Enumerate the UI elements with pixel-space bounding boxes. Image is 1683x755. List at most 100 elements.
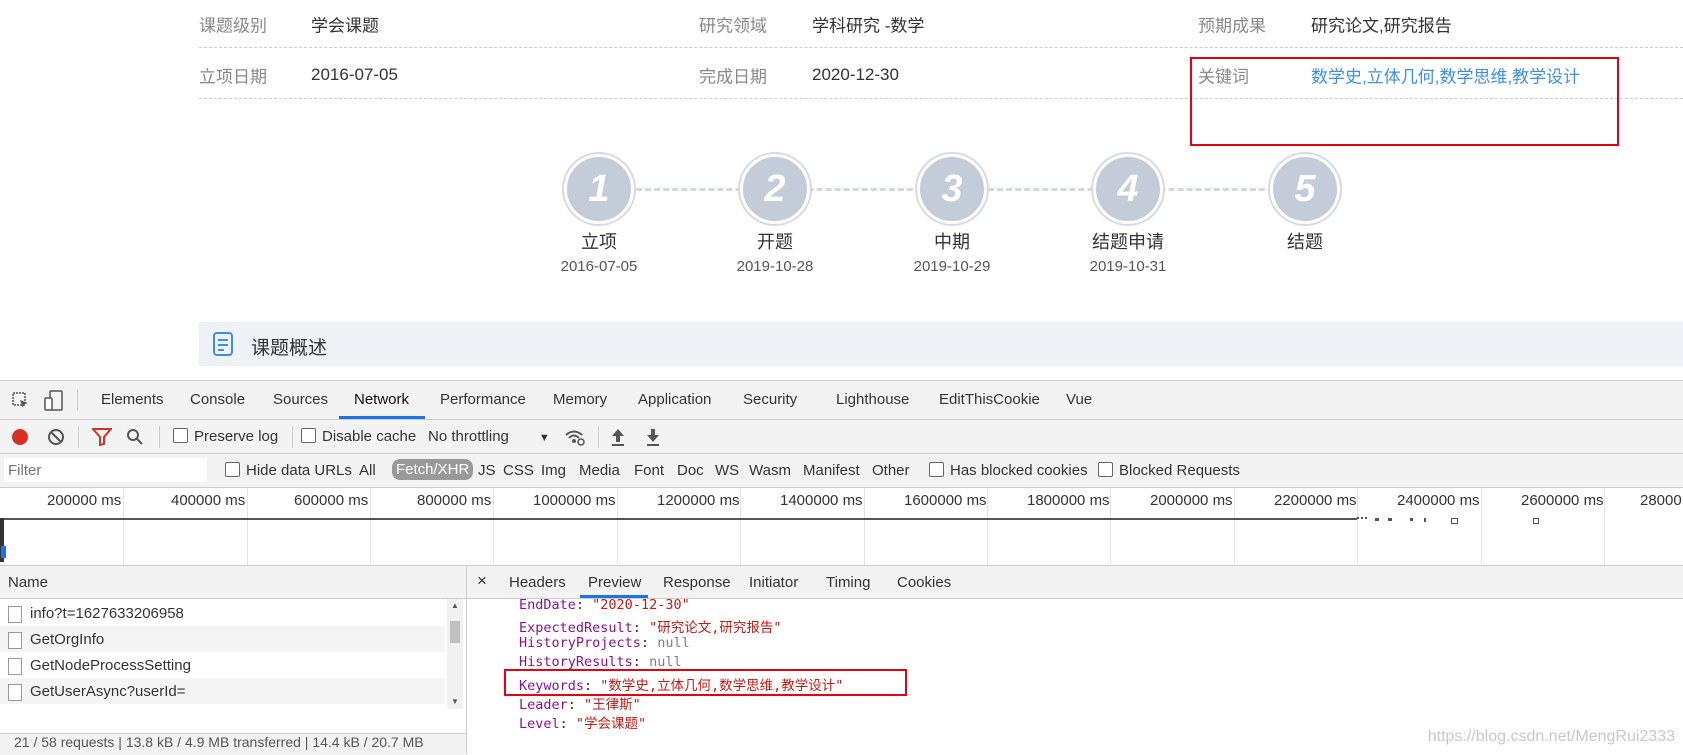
expected-result-value: 研究论文,研究报告 [1311, 16, 1452, 35]
timeline-step-4: 4 结题申请 2019-10-31 [1068, 154, 1188, 275]
network-overview-timeline[interactable]: 200000 ms 400000 ms 600000 ms 800000 ms … [0, 488, 1683, 566]
scrollbar-thumb[interactable] [450, 621, 460, 643]
tab-console[interactable]: Console [190, 391, 245, 408]
field-label: 研究领域 [699, 16, 767, 35]
preview-property[interactable]: Leader: "王律斯" [519, 693, 641, 713]
grid-line [493, 488, 494, 565]
inspect-element-icon[interactable] [11, 391, 31, 411]
step-number-badge: 4 [1093, 154, 1163, 224]
record-icon[interactable] [11, 428, 29, 446]
request-bar [1533, 518, 1539, 524]
file-icon [8, 632, 22, 649]
request-row[interactable]: GetOrgInfo [0, 626, 445, 652]
preview-property[interactable]: ExpectedResult: "研究论文,研究报告" [519, 616, 781, 636]
start-date-label: 立项日期 [199, 67, 267, 86]
filter-manifest[interactable]: Manifest [803, 462, 860, 479]
end-date-value: 2020-12-30 [812, 64, 899, 84]
filter-img[interactable]: Img [541, 462, 566, 479]
request-bar [1424, 518, 1426, 522]
checkbox-box [929, 462, 944, 477]
name-column-header[interactable]: Name [0, 566, 466, 599]
filter-css[interactable]: CSS [503, 462, 534, 479]
timeline-tick: 1800000 ms [1027, 492, 1110, 509]
tab-preview[interactable]: Preview [588, 574, 641, 591]
file-icon [8, 606, 22, 623]
request-bar [4, 518, 1357, 520]
filter-fetch-xhr[interactable]: Fetch/XHR [392, 459, 474, 480]
timeline-step-1: 1 立项 2016-07-05 [539, 154, 659, 275]
divider [292, 426, 293, 448]
tab-sources[interactable]: Sources [273, 391, 328, 408]
tab-timing[interactable]: Timing [826, 574, 870, 591]
tab-security[interactable]: Security [743, 391, 797, 408]
grid-line [370, 488, 371, 565]
tab-elements[interactable]: Elements [101, 391, 164, 408]
request-name: GetUserAsync?userId= [30, 683, 186, 700]
request-bar [1451, 518, 1458, 524]
tab-lighthouse[interactable]: Lighthouse [836, 391, 909, 408]
device-toolbar-icon[interactable] [44, 390, 64, 412]
timeline-tick: 400000 ms [171, 492, 246, 509]
level-label: 课题级别 [199, 16, 267, 35]
highlight-box-keywords-json [504, 669, 907, 696]
blocked-requests-checkbox[interactable]: Blocked Requests [1098, 462, 1240, 479]
request-row[interactable]: GetUserAsync?userId= [0, 678, 445, 704]
grid-line [617, 488, 618, 565]
filter-input[interactable] [4, 458, 207, 482]
network-conditions-icon[interactable] [564, 428, 586, 446]
tab-initiator[interactable]: Initiator [749, 574, 798, 591]
property-key: ExpectedResult [519, 620, 633, 636]
property-value: "2020-12-30" [592, 597, 690, 613]
timeline-tick: 800000 ms [417, 492, 492, 509]
grid-line [1357, 488, 1358, 565]
tab-network[interactable]: Network [354, 391, 409, 408]
tab-headers[interactable]: Headers [509, 574, 566, 591]
filter-other[interactable]: Other [872, 462, 910, 479]
clear-icon[interactable] [47, 428, 65, 446]
scroll-up-icon[interactable]: ▲ [451, 601, 459, 610]
preview-property[interactable]: HistoryResults: null [519, 654, 682, 670]
disable-cache-checkbox[interactable]: Disable cache [301, 428, 416, 445]
step-name: 立项 [581, 232, 617, 252]
step-name: 结题 [1287, 232, 1323, 252]
tab-performance[interactable]: Performance [440, 391, 526, 408]
step-name: 开题 [757, 232, 793, 252]
step-name: 中期 [934, 232, 970, 252]
tab-memory[interactable]: Memory [553, 391, 607, 408]
timeline-tick: 28000 [1640, 492, 1682, 509]
preview-property[interactable]: Level: "学会课题" [519, 712, 646, 732]
search-icon[interactable] [126, 428, 144, 446]
close-icon[interactable]: × [477, 571, 487, 591]
request-row[interactable]: GetNodeProcessSetting [0, 652, 445, 678]
filter-bar: Hide data URLs All Fetch/XHR JS CSS Img … [0, 454, 1683, 488]
step-number-badge: 3 [917, 154, 987, 224]
filter-ws[interactable]: WS [715, 462, 739, 479]
hide-data-urls-checkbox[interactable]: Hide data URLs [225, 462, 352, 479]
filter-wasm[interactable]: Wasm [749, 462, 791, 479]
tab-cookies[interactable]: Cookies [897, 574, 951, 591]
filter-media[interactable]: Media [579, 462, 620, 479]
tab-editthiscookie[interactable]: EditThisCookie [939, 391, 1040, 408]
throttling-select[interactable]: No throttling ▼ [428, 428, 550, 445]
request-row[interactable]: info?t=1627633206958 [0, 600, 445, 626]
scroll-down-icon[interactable]: ▼ [451, 697, 459, 706]
tab-application[interactable]: Application [638, 391, 711, 408]
import-har-icon[interactable] [610, 427, 626, 447]
filter-icon[interactable] [92, 428, 112, 446]
preserve-log-checkbox[interactable]: Preserve log [173, 428, 278, 445]
has-blocked-cookies-checkbox[interactable]: Has blocked cookies [929, 462, 1088, 479]
filter-js[interactable]: JS [478, 462, 496, 479]
filter-all[interactable]: All [359, 462, 376, 479]
filter-font[interactable]: Font [634, 462, 664, 479]
export-har-icon[interactable] [645, 427, 661, 447]
divider [78, 426, 79, 448]
tab-response[interactable]: Response [663, 574, 731, 591]
filter-doc[interactable]: Doc [677, 462, 704, 479]
preview-property[interactable]: HistoryProjects: null [519, 635, 690, 651]
preview-property[interactable]: EndDate: "2020-12-30" [519, 597, 690, 613]
timeline-tick: 600000 ms [294, 492, 369, 509]
status-text: 21 / 58 requests | 13.8 kB / 4.9 MB tran… [14, 734, 424, 750]
tab-vue[interactable]: Vue [1066, 391, 1092, 408]
request-list-scrollbar[interactable]: ▲ ▼ [447, 599, 463, 709]
timeline-tick: 2000000 ms [1150, 492, 1233, 509]
